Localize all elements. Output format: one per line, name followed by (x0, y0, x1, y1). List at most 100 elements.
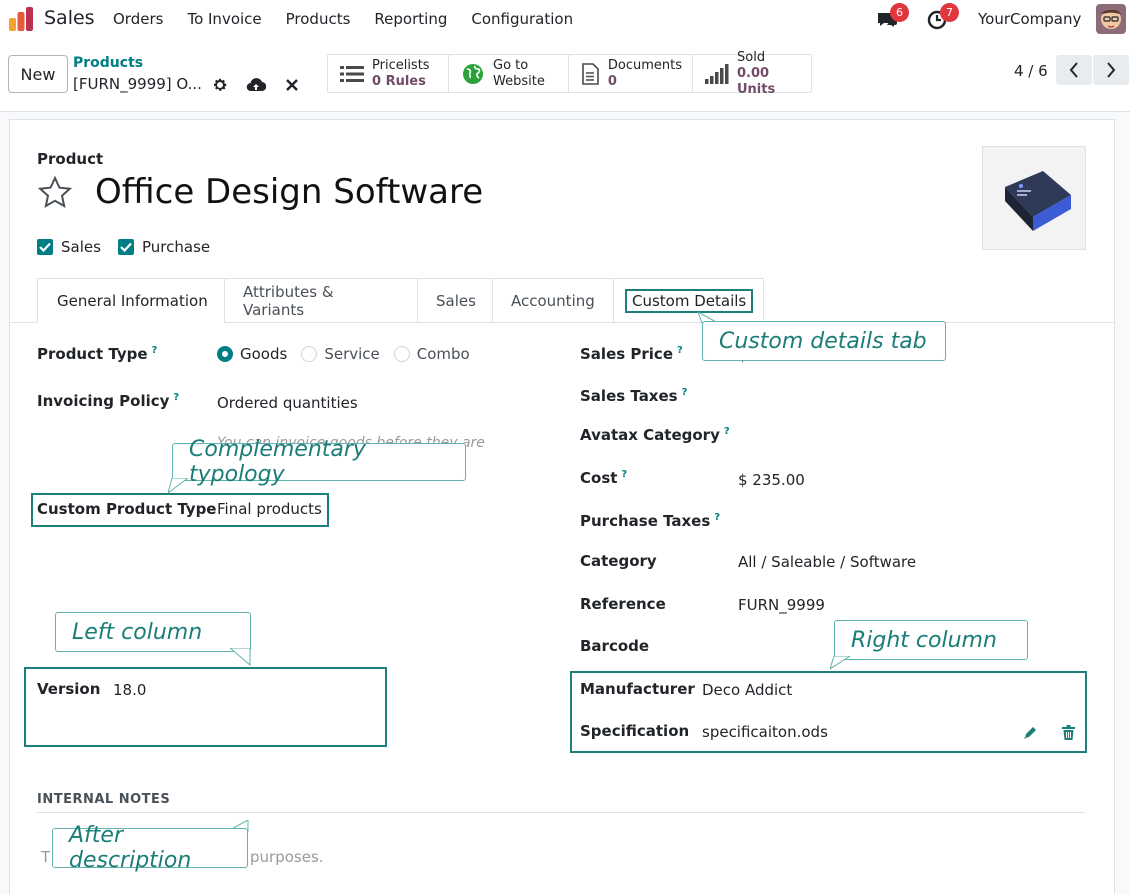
callout-custom-details-tab: Custom details tab (702, 321, 946, 361)
new-button[interactable]: New (8, 55, 68, 93)
cost-field[interactable]: $ 235.00 (738, 471, 805, 489)
sales-price-label: Sales Price? (580, 345, 683, 363)
internal-notes-title: INTERNAL NOTES (37, 792, 171, 807)
cloud-upload-icon[interactable] (245, 74, 267, 96)
activities-badge: 7 (940, 3, 959, 22)
sales-app-icon[interactable] (8, 6, 34, 32)
label-text: Sales Price (580, 345, 673, 363)
specification-label: Specification (580, 722, 690, 740)
label-text: Product Type (37, 345, 148, 363)
avatax-category-label: Avatax Category? (580, 426, 730, 444)
version-field[interactable]: 18.0 (113, 681, 146, 699)
tab-accounting[interactable]: Accounting (493, 278, 614, 323)
reference-field[interactable]: FURN_9999 (738, 596, 825, 614)
callout-pointer (830, 656, 851, 670)
chevron-left-icon (1069, 62, 1078, 78)
app-name[interactable]: Sales (44, 7, 95, 29)
help-icon[interactable]: ? (173, 392, 179, 403)
user-avatar[interactable] (1096, 4, 1126, 34)
reference-label: Reference (580, 595, 666, 613)
internal-notes-placeholder-start[interactable]: T (41, 848, 50, 866)
stat-value: 0 Rules (372, 73, 426, 89)
radio-label: Goods (240, 345, 288, 363)
manufacturer-field[interactable]: Deco Addict (702, 681, 792, 699)
menu-configuration[interactable]: Configuration (459, 10, 585, 28)
checkmark-icon (37, 239, 53, 255)
help-icon[interactable]: ? (714, 512, 720, 523)
globe-icon (461, 63, 485, 85)
menu-reporting[interactable]: Reporting (362, 10, 459, 28)
help-icon[interactable]: ? (621, 469, 627, 480)
invoicing-policy-label: Invoicing Policy? (37, 392, 179, 410)
tab-label: General Information (57, 291, 208, 310)
menu-orders[interactable]: Orders (101, 10, 175, 28)
invoicing-policy-select[interactable]: Ordered quantities (217, 394, 358, 412)
messages-button[interactable]: 6 (876, 3, 909, 30)
stat-label: Sold (737, 49, 766, 65)
stat-value: 0 (607, 73, 617, 89)
internal-notes-placeholder-end[interactable]: purposes. (250, 848, 324, 866)
radio-empty-icon (301, 345, 318, 362)
custom-product-type-label: Custom Product Type (37, 500, 217, 518)
tab-label: Accounting (511, 291, 595, 310)
company-switcher[interactable]: YourCompany (978, 10, 1081, 28)
category-field[interactable]: All / Saleable / Software (738, 553, 916, 571)
help-icon[interactable]: ? (152, 345, 158, 356)
trash-icon[interactable] (1062, 725, 1075, 740)
messages-badge: 6 (890, 3, 909, 22)
cost-label: Cost? (580, 469, 627, 487)
star-icon[interactable] (37, 175, 73, 211)
menu-products[interactable]: Products (274, 10, 363, 28)
pencil-icon[interactable] (1023, 725, 1038, 740)
help-icon[interactable]: ? (682, 387, 688, 398)
pricelists-button[interactable]: Pricelists 0 Rules (328, 55, 449, 92)
stat-value: Website (493, 73, 545, 89)
stat-label: Documents (607, 57, 682, 73)
highlight-left-column (24, 667, 387, 747)
pager-value[interactable]: 4 / 6 (1014, 62, 1048, 80)
callout-pointer (168, 478, 189, 494)
pager-previous-button[interactable] (1056, 55, 1092, 85)
help-icon[interactable]: ? (724, 426, 730, 437)
pager-next-button[interactable] (1093, 55, 1129, 85)
barcode-label: Barcode (580, 637, 650, 655)
tab-general-information[interactable]: General Information (37, 278, 225, 323)
avatar-icon (1096, 4, 1126, 34)
can-be-purchased-checkbox[interactable]: Purchase (118, 238, 210, 256)
callout-after-description: After description (52, 823, 248, 873)
sales-taxes-label: Sales Taxes? (580, 387, 687, 405)
tab-sales[interactable]: Sales (418, 278, 493, 323)
version-label: Version (37, 680, 101, 698)
radio-label: Service (324, 345, 380, 363)
label-text: Avatax Category (580, 426, 720, 444)
main-menu: Orders To Invoice Products Reporting Con… (101, 0, 585, 38)
gear-icon[interactable] (209, 74, 231, 96)
radio-goods[interactable]: Goods (217, 345, 287, 363)
tab-attributes-variants[interactable]: Attributes & Variants (225, 278, 418, 323)
radio-label: Combo (416, 345, 470, 363)
can-be-sold-checkbox[interactable]: Sales (37, 238, 101, 256)
documents-button[interactable]: Documents 0 (569, 55, 693, 92)
radio-service[interactable]: Service (301, 345, 380, 363)
radio-combo[interactable]: Combo (393, 345, 470, 363)
product-name[interactable]: Office Design Software (95, 172, 483, 212)
product-image[interactable] (982, 146, 1086, 250)
breadcrumb-products-link[interactable]: Products (73, 55, 143, 71)
manufacturer-label: Manufacturer (580, 680, 695, 698)
purchase-checkbox-label: Purchase (142, 238, 211, 256)
help-icon[interactable]: ? (677, 345, 683, 356)
form-tabs: General Information Attributes & Variant… (37, 278, 764, 323)
go-to-website-button[interactable]: Go to Website (449, 55, 569, 92)
label-text: Cost (580, 469, 618, 487)
tab-custom-details[interactable]: Custom Details (614, 278, 764, 323)
activities-button[interactable]: 7 (926, 3, 959, 30)
chevron-right-icon (1107, 62, 1116, 78)
specification-file[interactable]: specificaiton.ods (702, 723, 828, 741)
sold-button[interactable]: Sold 0.00 Units (693, 50, 811, 97)
callout-left-column: Left column (55, 612, 251, 652)
purchase-taxes-label: Purchase Taxes? (580, 512, 720, 530)
custom-product-type-field[interactable]: Final products (217, 500, 322, 518)
label-text: Purchase Taxes (580, 512, 711, 530)
discard-icon[interactable] (281, 74, 303, 96)
menu-to-invoice[interactable]: To Invoice (175, 10, 273, 28)
